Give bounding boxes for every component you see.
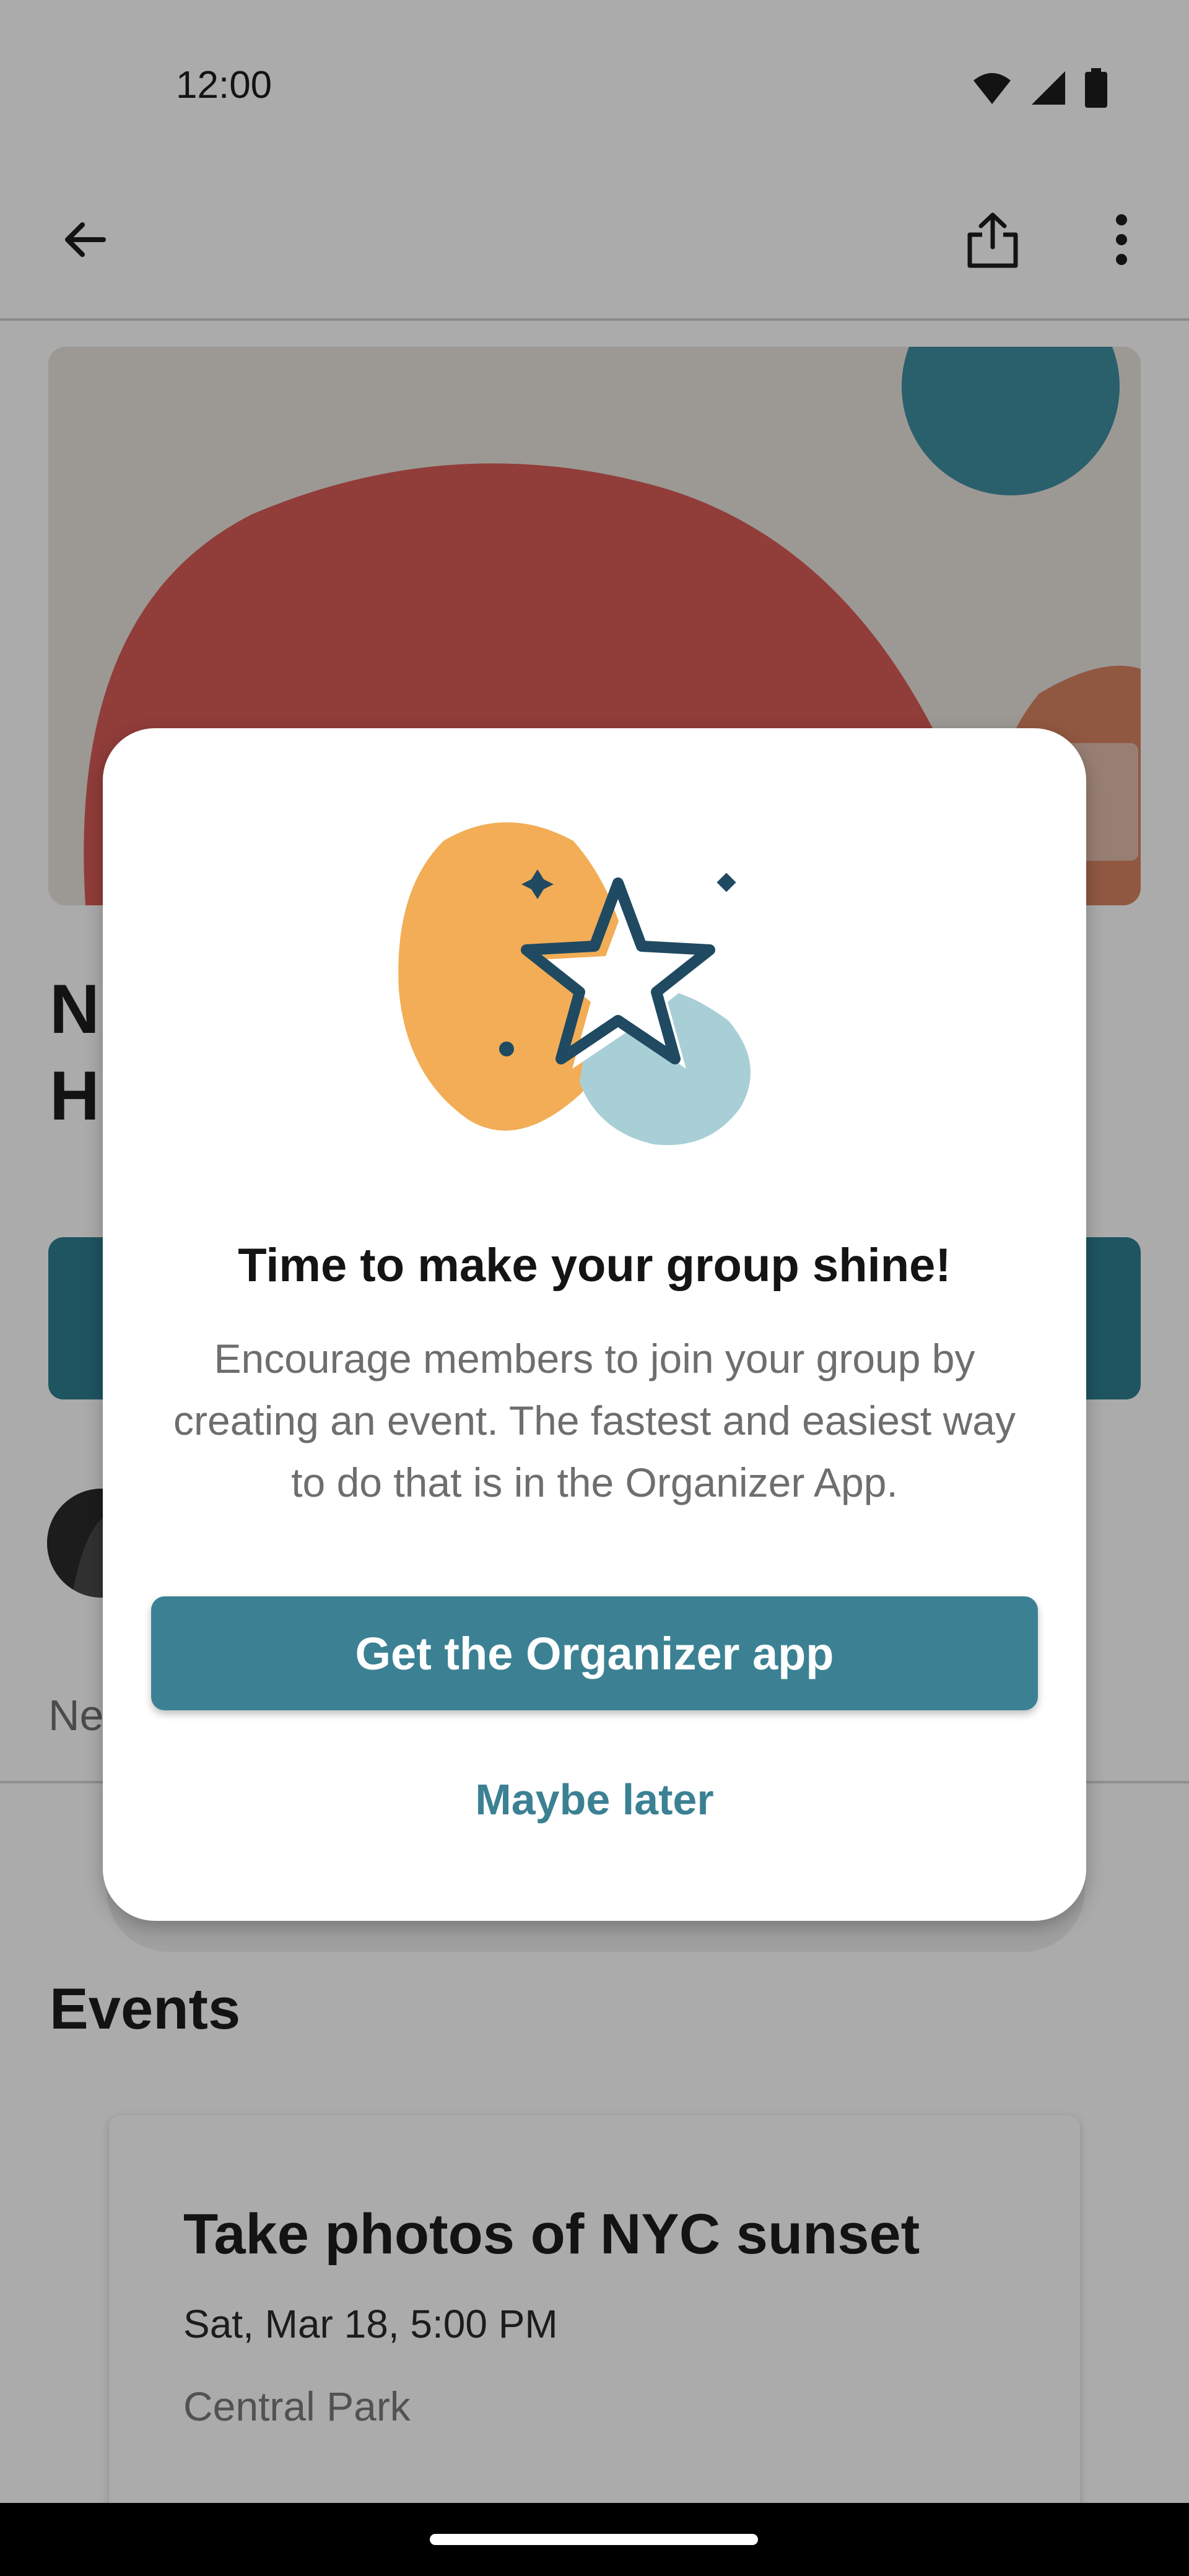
group-screen: 12:00 N H Ne Events Take photos of NYC s… bbox=[0, 0, 1189, 2503]
get-organizer-app-button[interactable]: Get the Organizer app bbox=[151, 1596, 1038, 1710]
maybe-later-button[interactable]: Maybe later bbox=[103, 1775, 1086, 1824]
system-navigation-bar bbox=[0, 2503, 1189, 2576]
home-gesture-pill[interactable] bbox=[430, 2534, 758, 2545]
organizer-app-dialog: Time to make your group shine! Encourage… bbox=[103, 728, 1086, 1921]
dialog-title: Time to make your group shine! bbox=[238, 1239, 951, 1292]
star-illustration bbox=[398, 822, 751, 1146]
dialog-body: Encourage members to join your group by … bbox=[173, 1336, 1016, 1505]
